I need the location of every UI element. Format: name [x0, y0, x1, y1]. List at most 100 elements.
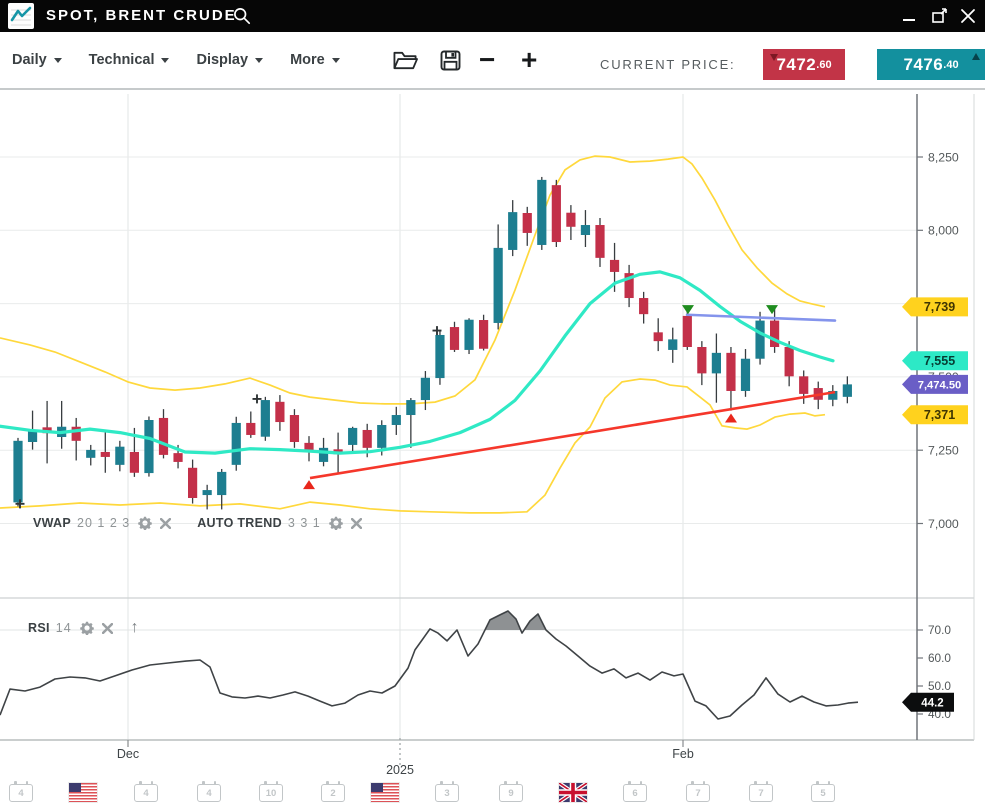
title-bar: SPOT, BRENT CRUDE — [0, 0, 985, 32]
candle — [450, 327, 459, 350]
buy-signal-triangle-icon — [725, 414, 737, 423]
remove-indicator-icon[interactable] — [351, 518, 362, 529]
event-calendar-icon[interactable]: 5 — [811, 784, 835, 802]
candle — [159, 418, 168, 455]
menu-daily[interactable]: Daily — [12, 52, 62, 68]
trading-app-window: { "window": { "title": "SPOT, BRENT CRUD… — [0, 0, 985, 807]
ask-price-value: 7476 — [903, 55, 943, 75]
candle — [668, 339, 677, 350]
event-calendar-icon[interactable]: 4 — [9, 784, 33, 802]
event-flag-us-icon[interactable] — [371, 783, 399, 802]
event-calendar-icon[interactable]: 10 — [259, 784, 283, 802]
event-flag-us-icon[interactable] — [69, 783, 97, 802]
event-flag-uk-icon[interactable] — [559, 783, 587, 802]
candle — [130, 452, 139, 473]
resistance-line — [687, 315, 835, 321]
price-tick-label: 7,000 — [928, 517, 959, 531]
gear-icon[interactable] — [329, 516, 343, 530]
candle — [435, 335, 444, 378]
chart-canvas[interactable]: 8,2508,0007,7507,5007,2507,00070.060.050… — [0, 90, 985, 807]
event-calendar-icon[interactable]: 6 — [623, 784, 647, 802]
event-day-number: 5 — [820, 788, 825, 799]
time-axis-label: Feb — [672, 747, 694, 761]
candle — [319, 448, 328, 462]
window-title: SPOT, BRENT CRUDE — [46, 7, 237, 24]
minimize-button[interactable] — [901, 8, 919, 24]
time-axis-label: Dec — [117, 747, 139, 761]
candle — [217, 472, 226, 495]
event-calendar-icon[interactable]: 7 — [686, 784, 710, 802]
gear-icon[interactable] — [80, 621, 94, 635]
svg-text:7,739: 7,739 — [924, 300, 955, 314]
ask-price-badge: 7476.40 — [877, 49, 985, 80]
search-icon[interactable] — [233, 7, 251, 25]
chevron-down-icon — [255, 58, 263, 63]
event-calendar-icon[interactable]: 2 — [321, 784, 345, 802]
event-day-number: 3 — [444, 788, 449, 799]
candle — [392, 415, 401, 425]
candle — [406, 400, 415, 415]
price-up-arrow-icon — [972, 53, 980, 60]
menu-bar: Daily Technical Display More — [12, 32, 340, 88]
plus-icon: + — [521, 46, 537, 74]
rsi-level-label: 70.0 — [928, 623, 951, 637]
close-icon[interactable] — [959, 8, 977, 24]
menu-display[interactable]: Display — [196, 52, 263, 68]
price-axis: 8,2508,0007,7507,5007,2507,000 — [917, 150, 959, 531]
candle — [566, 213, 575, 227]
candle — [523, 213, 532, 233]
event-day-number: 10 — [266, 788, 277, 799]
event-day-number: 7 — [758, 788, 763, 799]
svg-text:7,371: 7,371 — [924, 408, 955, 422]
event-calendar-icon[interactable]: 3 — [435, 784, 459, 802]
indicator-params: 3 3 1 — [288, 516, 321, 530]
candle — [275, 402, 284, 422]
open-file-button[interactable] — [393, 32, 418, 88]
price-tick-label: 7,250 — [928, 444, 959, 458]
candle — [843, 384, 852, 396]
candle — [261, 400, 270, 437]
candle — [246, 423, 255, 435]
menu-label: Display — [196, 52, 248, 68]
event-day-number: 7 — [695, 788, 700, 799]
zoom-out-button[interactable]: − — [479, 32, 495, 88]
bid-price-badge: 7472.60 — [763, 49, 845, 80]
event-day-number: 9 — [508, 788, 513, 799]
candle — [552, 185, 561, 242]
candle — [363, 430, 372, 448]
event-calendar-icon[interactable]: 7 — [749, 784, 773, 802]
plus-marker-icon — [253, 394, 262, 403]
toolbar: DailyTechnicalDisplayMore − + CURRENT PR… — [0, 32, 985, 90]
remove-indicator-icon[interactable] — [160, 518, 171, 529]
event-day-number: 4 — [143, 788, 148, 799]
indicator-name: RSI — [28, 621, 50, 635]
popout-button[interactable] — [931, 8, 949, 24]
indicator-params: 20 1 2 3 — [77, 516, 130, 530]
zoom-in-button[interactable]: + — [521, 32, 537, 88]
event-calendar-icon[interactable]: 4 — [197, 784, 221, 802]
candle — [654, 332, 663, 341]
menu-technical[interactable]: Technical — [89, 52, 170, 68]
chevron-down-icon — [332, 58, 340, 63]
event-calendar-icon[interactable]: 4 — [134, 784, 158, 802]
event-calendar-icon[interactable]: 9 — [499, 784, 523, 802]
menu-more[interactable]: More — [290, 52, 340, 68]
candle — [741, 359, 750, 391]
expand-pane-arrow-icon[interactable]: ↑ — [131, 619, 139, 637]
candle — [697, 347, 706, 373]
indicator-params: 14 — [56, 621, 72, 635]
remove-indicator-icon[interactable] — [102, 623, 113, 634]
svg-text:44.2: 44.2 — [921, 697, 943, 709]
save-button[interactable] — [440, 32, 461, 88]
logo-chart-icon — [8, 3, 34, 29]
candle — [755, 321, 764, 359]
event-day-number: 2 — [330, 788, 335, 799]
candle — [203, 490, 212, 495]
gear-icon[interactable] — [138, 516, 152, 530]
candle — [726, 353, 735, 391]
rsi-level-label: 60.0 — [928, 651, 951, 665]
svg-text:7,474.50: 7,474.50 — [918, 380, 962, 392]
time-axis-label: 2025 — [386, 763, 414, 777]
svg-text:7,555: 7,555 — [924, 354, 955, 368]
candle — [348, 428, 357, 445]
